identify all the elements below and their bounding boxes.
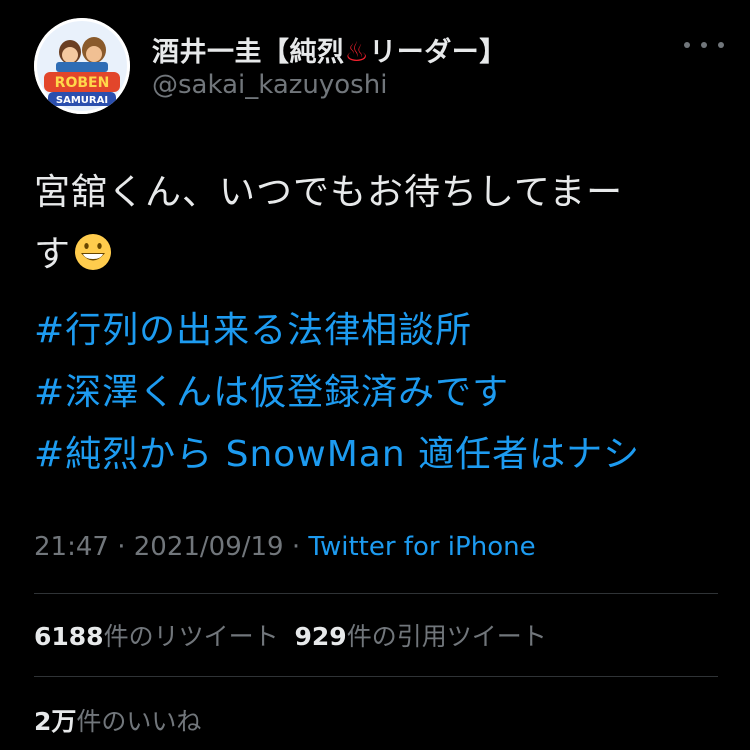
likes-stat[interactable]: 2万件のいいね [34, 702, 201, 738]
avatar-logo-bottom: SAMURAI [56, 95, 108, 106]
retweets-stat[interactable]: 6188件のリツイート [34, 622, 279, 651]
quotes-count: 929 [294, 622, 347, 651]
avatar-image: ROBEN SAMURAI [34, 18, 130, 114]
tweet-meta: 21:47 · 2021/09/19 · Twitter for iPhone [34, 532, 536, 562]
quotes-label: 件の引用ツイート [346, 622, 547, 651]
tweet-source-link[interactable]: Twitter for iPhone [308, 532, 535, 562]
quotes-stat[interactable]: 929件の引用ツイート [295, 622, 547, 651]
display-name[interactable]: 酒井一圭【純烈♨リーダー】 [152, 30, 507, 69]
hashtag-link[interactable]: #純烈から SnowMan 適任者はナシ [34, 424, 640, 486]
likes-label: 件のいいね [76, 707, 202, 736]
meta-separator: · [291, 532, 301, 562]
tweet-date[interactable]: 2021/09/19 [134, 532, 284, 562]
tweet-text: 宮舘くん、いつでもお待ちしてまー す [34, 162, 724, 292]
user-handle[interactable]: @sakai_kazuyoshi [152, 70, 387, 100]
tweet-text-line-2-text: す [34, 234, 72, 275]
avatar[interactable]: ROBEN SAMURAI [34, 18, 130, 114]
tweet-text-line-2: す [34, 224, 724, 292]
divider [34, 593, 718, 594]
hashtag-link[interactable]: #行列の出来る法律相談所 [34, 300, 640, 362]
hot-spring-icon: ♨ [344, 37, 370, 68]
display-name-prefix: 酒井一圭【純烈 [152, 37, 345, 68]
divider [34, 676, 718, 677]
retweets-label: 件のリツイート [103, 622, 279, 651]
likes-count: 2万 [34, 707, 77, 736]
more-icon-dot [718, 42, 724, 48]
tweet-text-line-1: 宮舘くん、いつでもお待ちしてまー [34, 172, 624, 213]
avatar-logo-top: ROBEN [55, 75, 110, 91]
meta-separator: · [117, 532, 126, 562]
more-options-button[interactable] [684, 30, 724, 60]
more-icon-dot [684, 42, 690, 48]
retweets-count: 6188 [34, 622, 104, 651]
hashtag-list: #行列の出来る法律相談所 #深澤くんは仮登録済みです #純烈から SnowMan… [34, 300, 640, 486]
display-name-suffix: リーダー】 [369, 37, 507, 68]
more-icon-dot [701, 42, 707, 48]
tweet-time[interactable]: 21:47 [34, 532, 109, 562]
hashtag-link[interactable]: #深澤くんは仮登録済みです [34, 362, 640, 424]
retweet-quote-stats: 6188件のリツイート 929件の引用ツイート [34, 617, 547, 653]
grinning-face-icon [73, 230, 113, 292]
